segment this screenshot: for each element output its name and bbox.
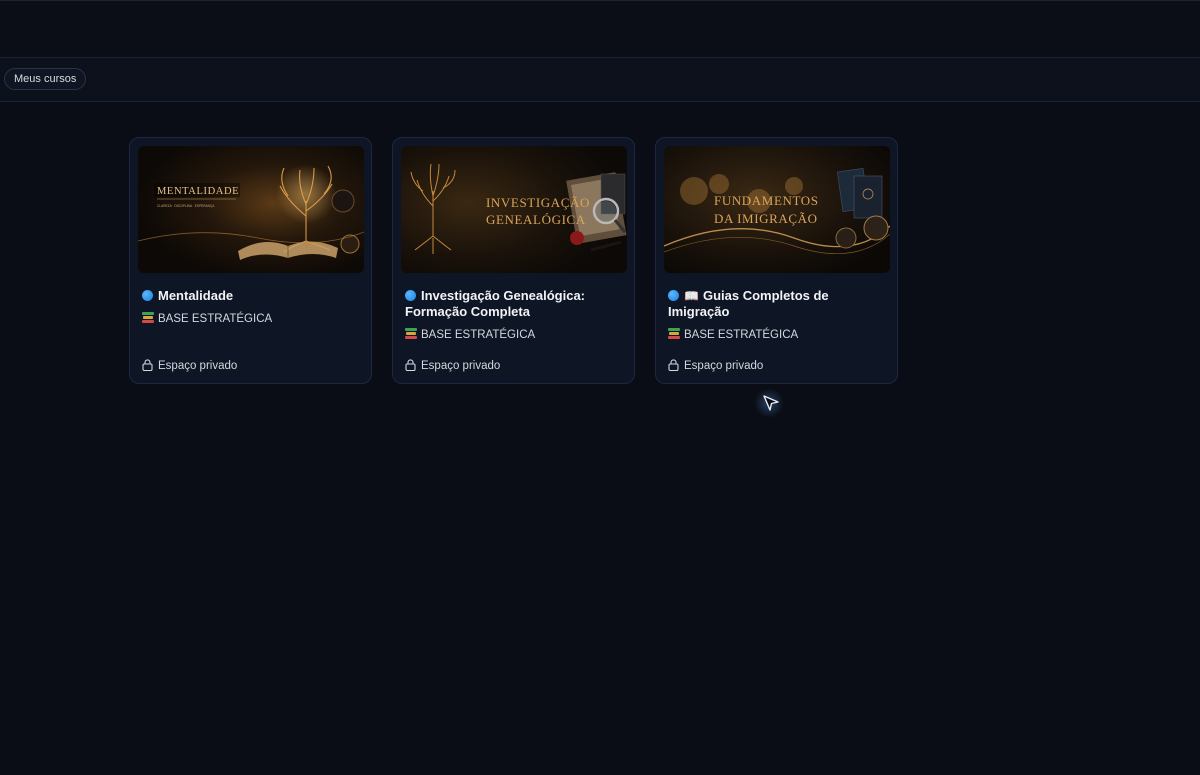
thumbnail-title-line-2: GENEALÓGICA bbox=[486, 212, 586, 227]
sub-navigation-bar: Meus cursos bbox=[0, 58, 1200, 102]
course-title[interactable]: 📖 Guias Completos de Imigração bbox=[668, 288, 890, 320]
mouse-cursor-icon bbox=[754, 388, 784, 418]
thumbnail-title-line-1: INVESTIGAÇÃO bbox=[486, 195, 590, 210]
lock-icon bbox=[142, 359, 153, 371]
open-book-icon: 📖 bbox=[684, 289, 699, 303]
lock-icon bbox=[405, 359, 416, 371]
books-icon bbox=[668, 328, 680, 339]
course-card-mentalidade[interactable]: MENTALIDADE CLAREZA · DISCIPLINA · ESPER… bbox=[129, 137, 372, 384]
course-tag: BASE ESTRATÉGICA bbox=[405, 328, 627, 342]
course-tag: BASE ESTRATÉGICA bbox=[668, 328, 890, 342]
course-thumbnail-investigacao-genealogica: INVESTIGAÇÃO GENEALÓGICA bbox=[401, 146, 627, 273]
blue-circle-icon bbox=[142, 290, 153, 301]
thumbnail-title-text: MENTALIDADE bbox=[157, 186, 239, 197]
course-tag: BASE ESTRATÉGICA bbox=[142, 312, 364, 326]
top-bar bbox=[0, 0, 1200, 58]
my-courses-chip[interactable]: Meus cursos bbox=[4, 68, 87, 90]
thumbnail-subtitle-text: CLAREZA · DISCIPLINA · ESPERANÇA bbox=[157, 204, 215, 208]
lock-icon bbox=[668, 359, 679, 371]
private-space-label: Espaço privado bbox=[142, 359, 237, 373]
course-title[interactable]: Mentalidade bbox=[142, 288, 364, 304]
blue-circle-icon bbox=[405, 290, 416, 301]
course-card-investigacao-genealogica[interactable]: INVESTIGAÇÃO GENEALÓGICA Investigação Ge… bbox=[392, 137, 635, 384]
course-title[interactable]: Investigação Genealógica: Formação Compl… bbox=[405, 288, 627, 320]
course-thumbnail-guias-imigracao: FUNDAMENTOS DA IMIGRAÇÃO bbox=[664, 146, 890, 273]
private-space-label: Espaço privado bbox=[668, 359, 763, 373]
books-icon bbox=[405, 328, 417, 339]
blue-circle-icon bbox=[668, 290, 679, 301]
course-thumbnail-mentalidade: MENTALIDADE CLAREZA · DISCIPLINA · ESPER… bbox=[138, 146, 364, 273]
course-card-guias-imigracao[interactable]: FUNDAMENTOS DA IMIGRAÇÃO 📖 Guias Completo… bbox=[655, 137, 898, 384]
books-icon bbox=[142, 312, 154, 323]
thumbnail-title-line-1: FUNDAMENTOS bbox=[714, 193, 819, 208]
thumbnail-title-line-2: DA IMIGRAÇÃO bbox=[714, 211, 818, 226]
private-space-label: Espaço privado bbox=[405, 359, 500, 373]
